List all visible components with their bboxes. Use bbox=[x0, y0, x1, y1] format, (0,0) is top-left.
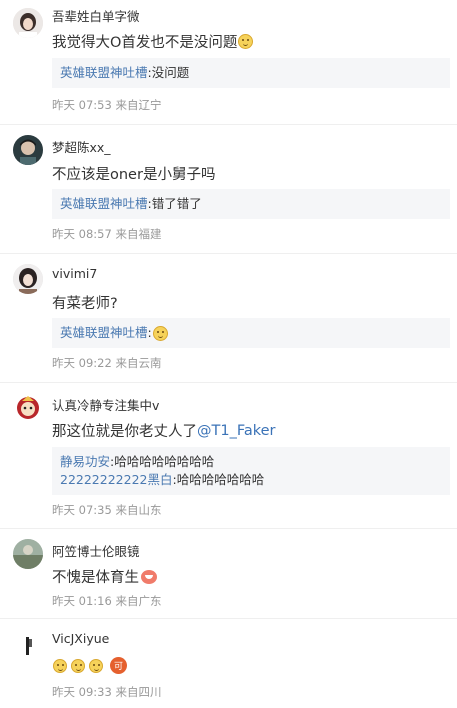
reply-box[interactable]: 英雄联盟神吐槽: 错了错了 bbox=[52, 189, 450, 219]
reply-text: 哈哈哈哈哈哈哈哈 bbox=[114, 454, 215, 469]
comment-text: 不应该是oner是小舅子吗 bbox=[52, 163, 215, 184]
reply-author[interactable]: 英雄联盟神吐槽 bbox=[60, 64, 148, 82]
reply-box[interactable]: 英雄联盟神吐槽: 没问题 bbox=[52, 58, 450, 88]
avatar[interactable] bbox=[13, 135, 43, 165]
username[interactable]: 梦超陈xx_ bbox=[52, 137, 111, 156]
comment-item: 梦超陈xx_ 不应该是oner是小舅子吗 英雄联盟神吐槽: 错了错了 昨天 08:… bbox=[0, 125, 457, 254]
laugh-emoji-icon bbox=[141, 569, 157, 584]
comment-meta: 昨天 07:53 来自辽宁 bbox=[52, 98, 162, 112]
username[interactable]: 吾辈姓白单字微 bbox=[52, 6, 140, 25]
avatar[interactable] bbox=[13, 393, 43, 423]
comment-text-body: 我觉得大O首发也不是没问题 bbox=[52, 35, 238, 51]
avatar[interactable] bbox=[13, 8, 43, 38]
username[interactable]: vivimi7 bbox=[52, 266, 97, 281]
comment-item: 认真冷静专注集中v 那这位就是你老丈人了 @T1_Faker 静易功安: 哈哈哈哈哈… bbox=[0, 383, 457, 529]
doge-emoji-icon bbox=[238, 34, 254, 49]
comment-item: 吾辈姓白单字微 我觉得大O首发也不是没问题 英雄联盟神吐槽: 没问题 昨天 07:… bbox=[0, 0, 457, 125]
doge-emoji-icon bbox=[53, 658, 67, 673]
avatar[interactable] bbox=[13, 264, 43, 294]
reply-box[interactable]: 静易功安: 哈哈哈哈哈哈哈哈 22222222222黑白: 哈哈哈哈哈哈哈 bbox=[52, 447, 450, 495]
comment-meta: 昨天 09:33 来自四川 bbox=[52, 685, 162, 699]
username[interactable]: 认真冷静专注集中v bbox=[52, 395, 159, 414]
reply-text: 没问题 bbox=[151, 65, 190, 80]
comment-text-body: 那这位就是你老丈人了 bbox=[52, 424, 197, 440]
username[interactable]: 阿笠博士伦眼镜 bbox=[52, 541, 140, 560]
comment-item: vivimi7 有菜老师? 英雄联盟神吐槽: 昨天 09:22 来自云南 bbox=[0, 254, 457, 383]
comment-meta: 昨天 07:35 来自山东 bbox=[52, 503, 162, 517]
comment-meta: 昨天 09:22 来自云南 bbox=[52, 356, 162, 370]
reply-box[interactable]: 英雄联盟神吐槽: bbox=[52, 318, 450, 348]
fan-badge-icon: 可 bbox=[110, 657, 127, 674]
comment-text-body: 不愧是体育生 bbox=[52, 570, 139, 586]
comment-text: 可 bbox=[52, 657, 127, 674]
reply-colon: : bbox=[147, 325, 152, 340]
comment-text: 不愧是体育生 bbox=[52, 566, 157, 587]
comment-text: 我觉得大O首发也不是没问题 bbox=[52, 31, 254, 52]
reply-text: 错了错了 bbox=[151, 196, 202, 211]
comment-item: 阿笠博士伦眼镜 不愧是体育生 昨天 01:16 来自广东 bbox=[0, 529, 457, 619]
reply-author[interactable]: 英雄联盟神吐槽 bbox=[60, 195, 148, 213]
comment-text: 有菜老师? bbox=[52, 292, 118, 313]
comment-meta: 昨天 01:16 来自广东 bbox=[52, 594, 162, 608]
username[interactable]: VicJXiyue bbox=[52, 631, 109, 646]
reply-author[interactable]: 英雄联盟神吐槽 bbox=[60, 324, 148, 342]
doge-emoji-icon bbox=[152, 325, 168, 341]
avatar[interactable] bbox=[13, 631, 43, 661]
doge-emoji-icon bbox=[89, 658, 103, 673]
comment-text: 那这位就是你老丈人了 @T1_Faker bbox=[52, 420, 276, 441]
comment-text-body: 有菜老师? bbox=[52, 296, 118, 312]
comment-text-body: 不应该是oner是小舅子吗 bbox=[52, 167, 216, 183]
reply-author[interactable]: 22222222222黑白 bbox=[60, 471, 172, 489]
reply-author[interactable]: 静易功安 bbox=[60, 453, 110, 471]
avatar[interactable] bbox=[13, 539, 43, 569]
comment-item: VicJXiyue 可 昨天 09:33 来自四川 bbox=[0, 619, 457, 708]
doge-emoji-icon bbox=[71, 658, 85, 673]
reply-text: 哈哈哈哈哈哈哈 bbox=[176, 472, 265, 487]
mention-link[interactable]: @T1_Faker bbox=[197, 423, 276, 439]
comment-meta: 昨天 08:57 来自福建 bbox=[52, 227, 162, 241]
